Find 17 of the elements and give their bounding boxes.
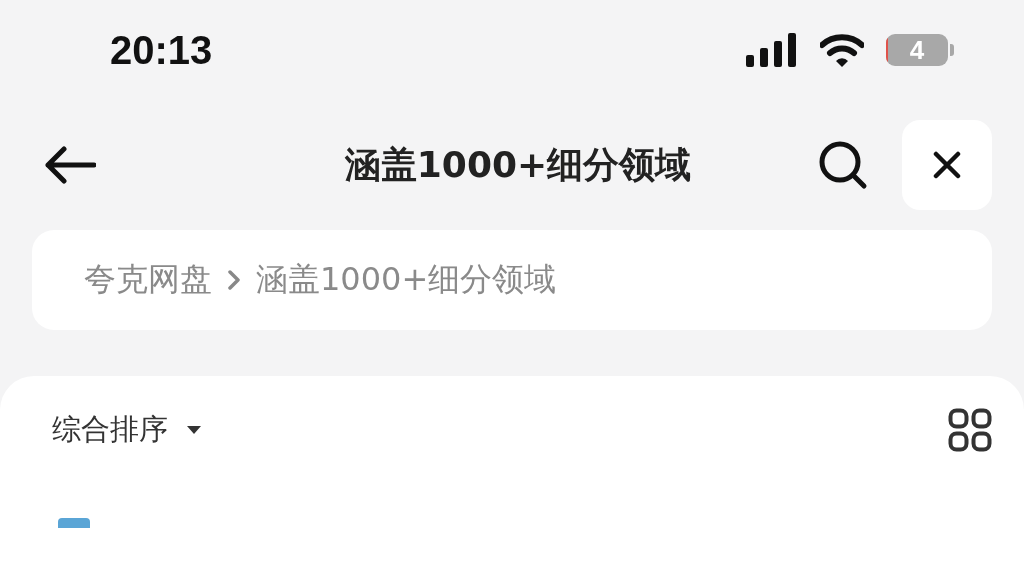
wifi-icon — [820, 33, 864, 67]
file-icon — [58, 518, 90, 528]
close-button[interactable] — [902, 120, 992, 210]
breadcrumb-item[interactable]: 夸克网盘 — [84, 258, 212, 302]
back-arrow-icon — [44, 145, 96, 185]
chevron-icon — [228, 270, 240, 290]
search-button[interactable] — [818, 140, 868, 190]
page-title: 涵盖1000+细分领域 — [344, 142, 692, 187]
search-icon — [818, 140, 868, 190]
close-icon — [933, 151, 961, 179]
breadcrumb-item[interactable]: 涵盖1000+细分领域 — [256, 258, 557, 302]
grid-view-icon[interactable] — [948, 408, 992, 452]
dropdown-caret-icon — [186, 425, 202, 435]
status-time: 20:13 — [110, 27, 213, 73]
battery-percentage: 4 — [909, 34, 925, 66]
sort-dropdown[interactable]: 综合排序 — [52, 410, 202, 450]
signal-icon — [746, 33, 798, 67]
